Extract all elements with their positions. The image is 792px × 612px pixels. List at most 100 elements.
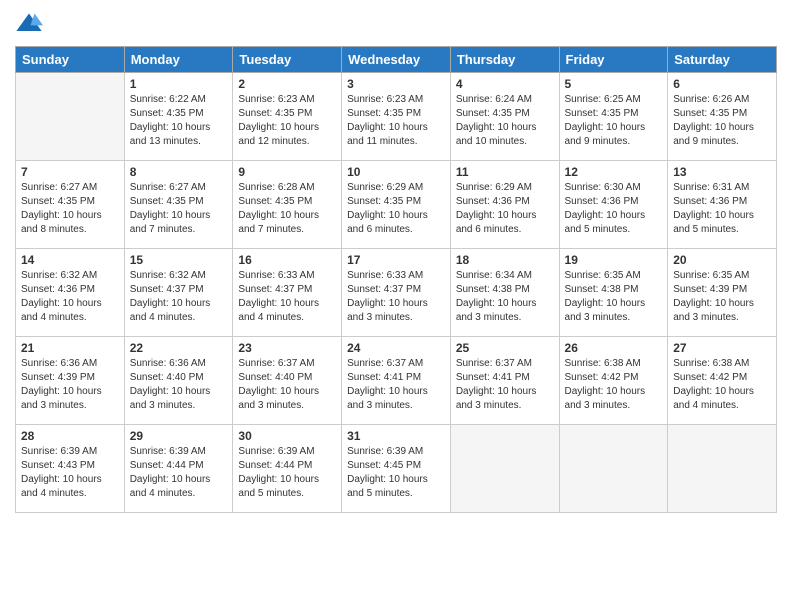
calendar-cell: 13 Sunrise: 6:31 AM Sunset: 4:36 PM Dayli… bbox=[668, 161, 777, 249]
day-number: 19 bbox=[565, 253, 663, 267]
calendar-cell: 28 Sunrise: 6:39 AM Sunset: 4:43 PM Dayli… bbox=[16, 425, 125, 513]
calendar-cell bbox=[450, 425, 559, 513]
calendar-header-thursday: Thursday bbox=[450, 47, 559, 73]
calendar-cell bbox=[668, 425, 777, 513]
calendar-cell: 15 Sunrise: 6:32 AM Sunset: 4:37 PM Dayli… bbox=[124, 249, 233, 337]
day-number: 17 bbox=[347, 253, 445, 267]
calendar-cell: 6 Sunrise: 6:26 AM Sunset: 4:35 PM Daylig… bbox=[668, 73, 777, 161]
day-info: Sunrise: 6:27 AM Sunset: 4:35 PM Dayligh… bbox=[21, 181, 119, 237]
calendar-cell: 9 Sunrise: 6:28 AM Sunset: 4:35 PM Daylig… bbox=[233, 161, 342, 249]
day-number: 14 bbox=[21, 253, 119, 267]
calendar-week-3: 14 Sunrise: 6:32 AM Sunset: 4:36 PM Dayli… bbox=[16, 249, 777, 337]
day-info: Sunrise: 6:33 AM Sunset: 4:37 PM Dayligh… bbox=[347, 269, 445, 325]
day-number: 10 bbox=[347, 165, 445, 179]
day-number: 23 bbox=[238, 341, 336, 355]
day-info: Sunrise: 6:29 AM Sunset: 4:36 PM Dayligh… bbox=[456, 181, 554, 237]
calendar-week-5: 28 Sunrise: 6:39 AM Sunset: 4:43 PM Dayli… bbox=[16, 425, 777, 513]
day-info: Sunrise: 6:28 AM Sunset: 4:35 PM Dayligh… bbox=[238, 181, 336, 237]
calendar-cell: 27Sunrise: 6:38 AM Sunset: 4:42 PM Dayli… bbox=[668, 337, 777, 425]
calendar-cell: 11 Sunrise: 6:29 AM Sunset: 4:36 PM Dayli… bbox=[450, 161, 559, 249]
day-info: Sunrise: 6:25 AM Sunset: 4:35 PM Dayligh… bbox=[565, 93, 663, 149]
calendar-cell: 8Sunrise: 6:27 AM Sunset: 4:35 PM Daylig… bbox=[124, 161, 233, 249]
day-number: 12 bbox=[565, 165, 663, 179]
day-number: 29 bbox=[130, 429, 228, 443]
calendar-cell: 14 Sunrise: 6:32 AM Sunset: 4:36 PM Dayli… bbox=[16, 249, 125, 337]
day-info: Sunrise: 6:39 AM Sunset: 4:45 PM Dayligh… bbox=[347, 445, 445, 501]
calendar-cell: 5Sunrise: 6:25 AM Sunset: 4:35 PM Daylig… bbox=[559, 73, 668, 161]
day-info: Sunrise: 6:37 AM Sunset: 4:41 PM Dayligh… bbox=[456, 357, 554, 413]
day-info: Sunrise: 6:33 AM Sunset: 4:37 PM Dayligh… bbox=[238, 269, 336, 325]
calendar-cell: 7 Sunrise: 6:27 AM Sunset: 4:35 PM Daylig… bbox=[16, 161, 125, 249]
day-info: Sunrise: 6:22 AM Sunset: 4:35 PM Dayligh… bbox=[130, 93, 228, 149]
page: SundayMondayTuesdayWednesdayThursdayFrid… bbox=[0, 0, 792, 612]
calendar-week-1: 1 Sunrise: 6:22 AM Sunset: 4:35 PM Daylig… bbox=[16, 73, 777, 161]
calendar-table: SundayMondayTuesdayWednesdayThursdayFrid… bbox=[15, 46, 777, 513]
calendar-cell: 24 Sunrise: 6:37 AM Sunset: 4:41 PM Dayli… bbox=[342, 337, 451, 425]
day-number: 24 bbox=[347, 341, 445, 355]
day-number: 13 bbox=[673, 165, 771, 179]
calendar-cell: 22Sunrise: 6:36 AM Sunset: 4:40 PM Dayli… bbox=[124, 337, 233, 425]
calendar-header-monday: Monday bbox=[124, 47, 233, 73]
day-number: 22 bbox=[130, 341, 228, 355]
calendar-cell: 30Sunrise: 6:39 AM Sunset: 4:44 PM Dayli… bbox=[233, 425, 342, 513]
calendar-cell: 16 Sunrise: 6:33 AM Sunset: 4:37 PM Dayli… bbox=[233, 249, 342, 337]
day-number: 27 bbox=[673, 341, 771, 355]
header bbox=[15, 10, 777, 38]
day-info: Sunrise: 6:32 AM Sunset: 4:36 PM Dayligh… bbox=[21, 269, 119, 325]
calendar-cell: 31 Sunrise: 6:39 AM Sunset: 4:45 PM Dayli… bbox=[342, 425, 451, 513]
day-info: Sunrise: 6:32 AM Sunset: 4:37 PM Dayligh… bbox=[130, 269, 228, 325]
calendar-cell: 18Sunrise: 6:34 AM Sunset: 4:38 PM Dayli… bbox=[450, 249, 559, 337]
logo bbox=[15, 10, 47, 38]
calendar-header-friday: Friday bbox=[559, 47, 668, 73]
day-info: Sunrise: 6:23 AM Sunset: 4:35 PM Dayligh… bbox=[238, 93, 336, 149]
calendar-cell: 25 Sunrise: 6:37 AM Sunset: 4:41 PM Dayli… bbox=[450, 337, 559, 425]
calendar-header-tuesday: Tuesday bbox=[233, 47, 342, 73]
day-info: Sunrise: 6:36 AM Sunset: 4:39 PM Dayligh… bbox=[21, 357, 119, 413]
calendar-cell: 2Sunrise: 6:23 AM Sunset: 4:35 PM Daylig… bbox=[233, 73, 342, 161]
day-info: Sunrise: 6:37 AM Sunset: 4:40 PM Dayligh… bbox=[238, 357, 336, 413]
day-number: 9 bbox=[238, 165, 336, 179]
day-info: Sunrise: 6:30 AM Sunset: 4:36 PM Dayligh… bbox=[565, 181, 663, 237]
calendar-cell: 1 Sunrise: 6:22 AM Sunset: 4:35 PM Daylig… bbox=[124, 73, 233, 161]
day-number: 6 bbox=[673, 77, 771, 91]
calendar-cell: 19Sunrise: 6:35 AM Sunset: 4:38 PM Dayli… bbox=[559, 249, 668, 337]
logo-icon bbox=[15, 10, 43, 38]
day-number: 3 bbox=[347, 77, 445, 91]
day-number: 28 bbox=[21, 429, 119, 443]
day-info: Sunrise: 6:38 AM Sunset: 4:42 PM Dayligh… bbox=[565, 357, 663, 413]
day-number: 18 bbox=[456, 253, 554, 267]
day-number: 7 bbox=[21, 165, 119, 179]
calendar-cell: 23 Sunrise: 6:37 AM Sunset: 4:40 PM Dayli… bbox=[233, 337, 342, 425]
calendar-cell bbox=[16, 73, 125, 161]
day-info: Sunrise: 6:29 AM Sunset: 4:35 PM Dayligh… bbox=[347, 181, 445, 237]
calendar-cell: 26 Sunrise: 6:38 AM Sunset: 4:42 PM Dayli… bbox=[559, 337, 668, 425]
calendar-cell: 29Sunrise: 6:39 AM Sunset: 4:44 PM Dayli… bbox=[124, 425, 233, 513]
calendar-header-sunday: Sunday bbox=[16, 47, 125, 73]
day-info: Sunrise: 6:39 AM Sunset: 4:44 PM Dayligh… bbox=[238, 445, 336, 501]
day-number: 15 bbox=[130, 253, 228, 267]
calendar-cell: 21 Sunrise: 6:36 AM Sunset: 4:39 PM Dayli… bbox=[16, 337, 125, 425]
calendar-week-2: 7 Sunrise: 6:27 AM Sunset: 4:35 PM Daylig… bbox=[16, 161, 777, 249]
calendar-cell bbox=[559, 425, 668, 513]
calendar-header-saturday: Saturday bbox=[668, 47, 777, 73]
day-number: 4 bbox=[456, 77, 554, 91]
day-info: Sunrise: 6:31 AM Sunset: 4:36 PM Dayligh… bbox=[673, 181, 771, 237]
day-number: 25 bbox=[456, 341, 554, 355]
day-number: 26 bbox=[565, 341, 663, 355]
calendar-cell: 10 Sunrise: 6:29 AM Sunset: 4:35 PM Dayli… bbox=[342, 161, 451, 249]
day-info: Sunrise: 6:26 AM Sunset: 4:35 PM Dayligh… bbox=[673, 93, 771, 149]
calendar-week-4: 21 Sunrise: 6:36 AM Sunset: 4:39 PM Dayli… bbox=[16, 337, 777, 425]
day-number: 21 bbox=[21, 341, 119, 355]
calendar-header-wednesday: Wednesday bbox=[342, 47, 451, 73]
day-info: Sunrise: 6:24 AM Sunset: 4:35 PM Dayligh… bbox=[456, 93, 554, 149]
day-number: 16 bbox=[238, 253, 336, 267]
day-info: Sunrise: 6:37 AM Sunset: 4:41 PM Dayligh… bbox=[347, 357, 445, 413]
day-info: Sunrise: 6:39 AM Sunset: 4:43 PM Dayligh… bbox=[21, 445, 119, 501]
day-number: 1 bbox=[130, 77, 228, 91]
calendar-cell: 20Sunrise: 6:35 AM Sunset: 4:39 PM Dayli… bbox=[668, 249, 777, 337]
day-number: 31 bbox=[347, 429, 445, 443]
day-number: 11 bbox=[456, 165, 554, 179]
day-info: Sunrise: 6:23 AM Sunset: 4:35 PM Dayligh… bbox=[347, 93, 445, 149]
day-number: 20 bbox=[673, 253, 771, 267]
day-number: 8 bbox=[130, 165, 228, 179]
